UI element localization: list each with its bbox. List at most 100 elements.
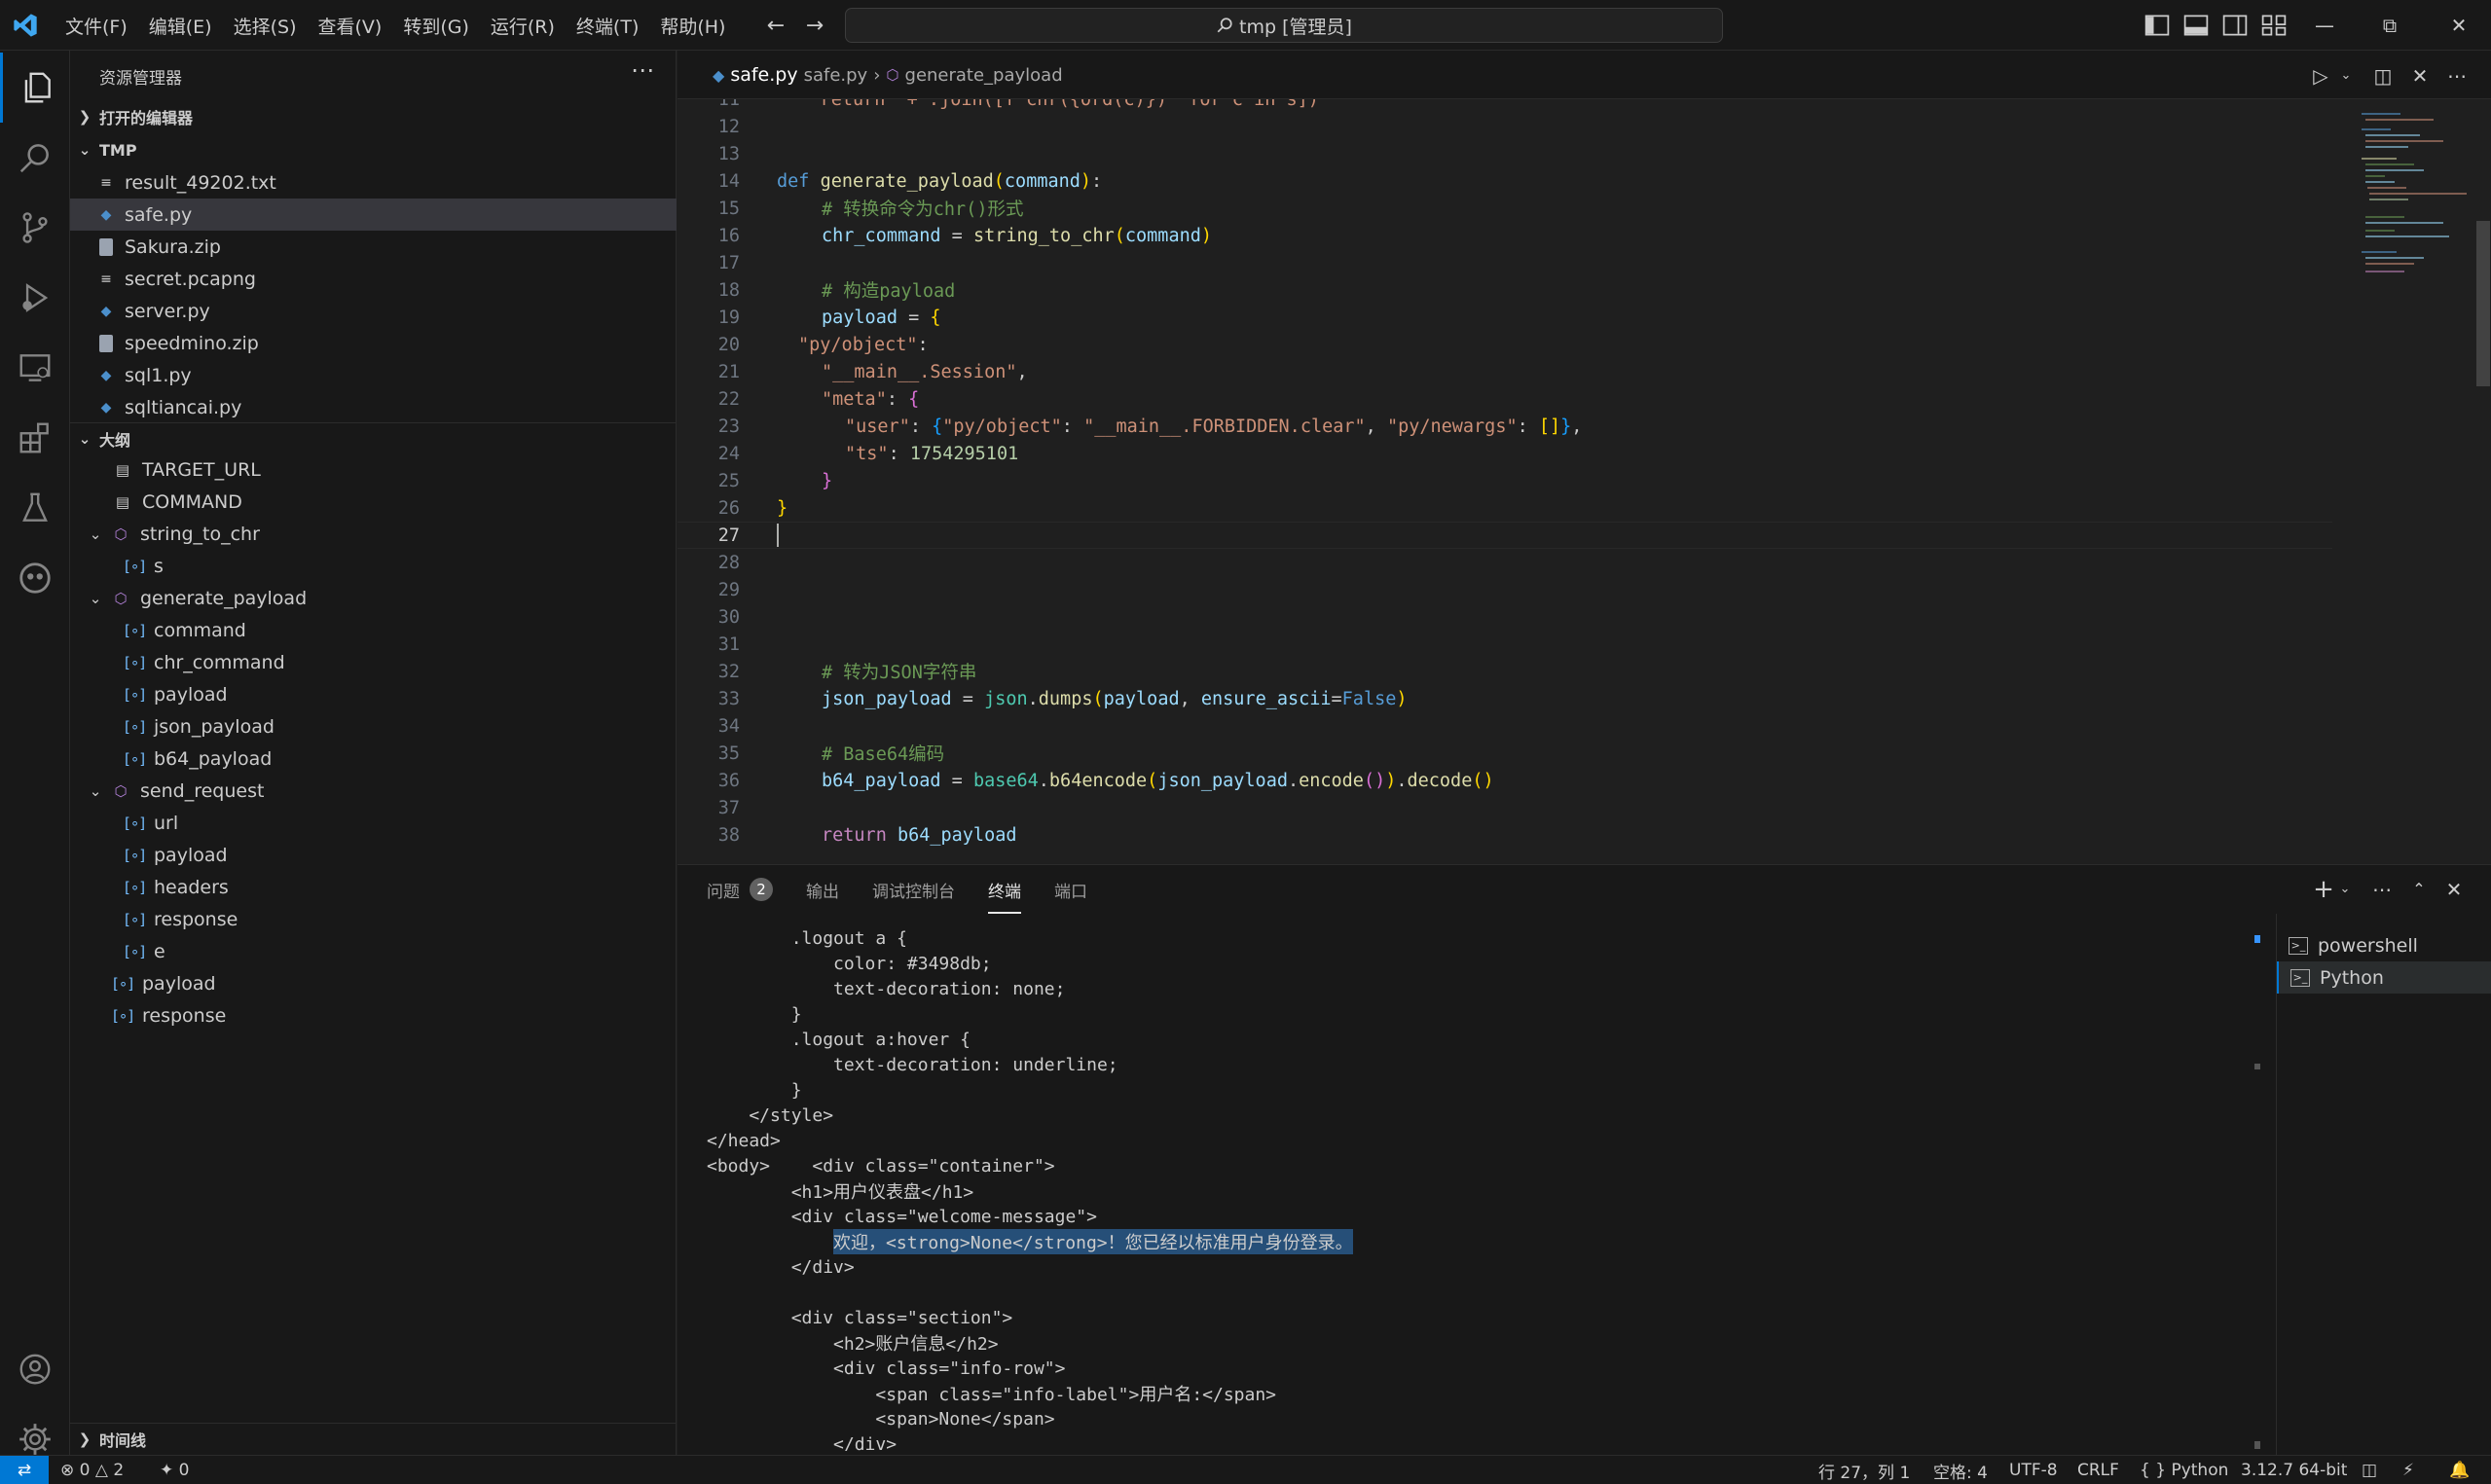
encoding[interactable]: UTF-8	[2009, 1456, 2058, 1484]
menu-edit[interactable]: 编辑(E)	[138, 13, 223, 39]
tab-problems[interactable]: 问题 2	[707, 878, 773, 902]
language-mode[interactable]: { } Python	[2140, 1456, 2228, 1484]
editor-more-actions-icon[interactable]: ⋯	[2445, 64, 2469, 88]
toggle-secondary-sidebar-icon[interactable]	[2221, 12, 2249, 39]
file-safe-py[interactable]: ◆ safe.py	[70, 199, 677, 231]
outline-item-send-request[interactable]: ⌄ ⬡ send_request	[70, 775, 677, 807]
terminal-dropdown-icon[interactable]: ⌄	[2332, 877, 2358, 902]
outline-label: TARGET_URL	[142, 458, 261, 481]
breadcrumb-symbol[interactable]: generate_payload	[905, 65, 1063, 86]
code-var: payload	[1103, 688, 1180, 709]
terminal-line: <h1>用户仪表盘</h1>	[707, 1182, 974, 1203]
outline-item-target-url[interactable]: ▤ TARGET_URL	[70, 453, 677, 486]
outline-item-chr-command[interactable]: [∘] chr_command	[70, 646, 677, 678]
file-result-txt[interactable]: ≡ result_49202.txt	[70, 166, 677, 199]
outline-item-json-payload[interactable]: [∘] json_payload	[70, 710, 677, 742]
menu-view[interactable]: 查看(V)	[308, 13, 393, 39]
file-sqltiancai-py[interactable]: ◆ sqltiancai.py	[70, 391, 677, 423]
terminal-scrollbar[interactable]	[2254, 925, 2260, 1451]
python-interpreter[interactable]: 3.12.7 64-bit	[2241, 1456, 2347, 1484]
folder-section-tmp[interactable]: ⌄ TMP	[70, 134, 677, 165]
file-speedmino-zip[interactable]: speedmino.zip	[70, 327, 677, 359]
explorer-icon[interactable]	[0, 53, 70, 123]
terminal-name: Python	[2320, 966, 2384, 989]
editor-layout-icon[interactable]: ◫	[2362, 1456, 2377, 1484]
menu-run[interactable]: 运行(R)	[480, 13, 566, 39]
maximize-panel-icon[interactable]: ⌃	[2406, 877, 2432, 902]
remote-explorer-icon[interactable]	[0, 333, 70, 403]
tab-output[interactable]: 输出	[806, 878, 839, 902]
indentation[interactable]: 空格: 4	[1933, 1456, 1988, 1484]
file-sakura-zip[interactable]: Sakura.zip	[70, 231, 677, 263]
split-editor-icon[interactable]: ◫	[2371, 64, 2395, 88]
outline-item-string-to-chr[interactable]: ⌄ ⬡ string_to_chr	[70, 518, 677, 550]
outline-item-url[interactable]: [∘] url	[70, 807, 677, 839]
forward-arrow-icon[interactable]: →	[798, 10, 831, 41]
search-icon[interactable]	[0, 123, 70, 193]
editor-scrollbar[interactable]	[2476, 221, 2490, 386]
outline-item-headers[interactable]: [∘] headers	[70, 871, 677, 903]
run-debug-icon[interactable]	[0, 263, 70, 333]
file-server-py[interactable]: ◆ server.py	[70, 295, 677, 327]
run-dropdown-icon[interactable]: ⌄	[2334, 64, 2358, 88]
extensions-icon[interactable]	[0, 403, 70, 473]
outline-item-b64-payload[interactable]: [∘] b64_payload	[70, 742, 677, 775]
github-copilot-icon[interactable]	[0, 543, 70, 613]
command-center-search[interactable]: tmp [管理员]	[845, 8, 1723, 43]
outline-item-s[interactable]: [∘] s	[70, 550, 677, 582]
outline-item-payload-2[interactable]: [∘] payload	[70, 839, 677, 871]
terminal-output[interactable]: .logout a { color: #3498db; text-decorat…	[707, 925, 2323, 1451]
outline-item-generate-payload[interactable]: ⌄ ⬡ generate_payload	[70, 582, 677, 614]
tab-terminal[interactable]: 终端	[988, 878, 1021, 914]
menu-file[interactable]: 文件(F)	[55, 13, 138, 39]
testing-icon[interactable]	[0, 473, 70, 543]
active-tab-label[interactable]: safe.py	[730, 64, 797, 86]
code-line: 38 return b64_payload	[678, 821, 2332, 849]
restore-icon[interactable]: ⧉	[2358, 0, 2422, 51]
outline-item-e[interactable]: [∘] e	[70, 935, 677, 967]
panel-more-actions-icon[interactable]: ⋯	[2369, 877, 2395, 902]
run-file-icon[interactable]: ▷	[2309, 64, 2332, 88]
outline-item-response[interactable]: [∘] response	[70, 903, 677, 935]
cursor-position[interactable]: 行 27，列 1	[1818, 1456, 1910, 1484]
menu-go[interactable]: 转到(G)	[392, 13, 480, 39]
outline-item-payload[interactable]: [∘] payload	[70, 678, 677, 710]
code-editor[interactable]: 11 return '+'.join([f'chr({ord(c)})' for…	[678, 99, 2332, 864]
menu-selection[interactable]: 选择(S)	[223, 13, 308, 39]
minimap[interactable]	[2358, 99, 2474, 294]
notifications-bell-icon[interactable]: 🔔	[2449, 1456, 2470, 1484]
code-call: decode	[1407, 770, 1473, 791]
terminal-item-python[interactable]: >_ Python	[2277, 961, 2491, 994]
close-editor-icon[interactable]: ✕	[2408, 64, 2432, 88]
accounts-icon[interactable]	[0, 1334, 70, 1404]
menu-terminal[interactable]: 终端(T)	[566, 13, 649, 39]
end-of-line[interactable]: CRLF	[2077, 1456, 2119, 1484]
minimize-icon[interactable]: —	[2292, 0, 2357, 51]
outline-section[interactable]: ⌄ 大纲	[70, 422, 677, 453]
terminal-item-powershell[interactable]: >_ powershell	[2277, 929, 2491, 961]
breadcrumb-file[interactable]: safe.py	[804, 65, 868, 86]
problems-status[interactable]: ⊗ 0 △ 2	[60, 1456, 124, 1484]
close-panel-icon[interactable]: ✕	[2441, 877, 2467, 902]
back-arrow-icon[interactable]: ←	[759, 10, 792, 41]
outline-item-response-global[interactable]: [∘] response	[70, 999, 677, 1032]
more-actions-icon[interactable]: ⋯	[631, 56, 654, 84]
file-sql1-py[interactable]: ◆ sql1.py	[70, 359, 677, 391]
close-window-icon[interactable]: ✕	[2427, 0, 2491, 51]
toggle-primary-sidebar-icon[interactable]	[2143, 12, 2171, 39]
outline-item-command-var[interactable]: [∘] command	[70, 614, 677, 646]
tab-ports[interactable]: 端口	[1054, 878, 1087, 902]
source-control-icon[interactable]	[0, 193, 70, 263]
outline-item-payload-global[interactable]: [∘] payload	[70, 967, 677, 999]
outline-item-command[interactable]: ▤ COMMAND	[70, 486, 677, 518]
remote-indicator-icon[interactable]: ⇄	[0, 1456, 49, 1484]
copilot-status-icon[interactable]: ⚡	[2402, 1456, 2414, 1484]
file-secret-pcapng[interactable]: ≡ secret.pcapng	[70, 263, 677, 295]
tab-debug-console[interactable]: 调试控制台	[872, 878, 955, 902]
ports-status[interactable]: ✦ 0	[160, 1456, 189, 1484]
toggle-panel-icon[interactable]	[2182, 12, 2210, 39]
menu-help[interactable]: 帮助(H)	[649, 13, 736, 39]
timeline-section[interactable]: ❯ 时间线	[70, 1423, 677, 1454]
customize-layout-icon[interactable]	[2260, 12, 2288, 39]
open-editors-section[interactable]: ❯ 打开的编辑器	[70, 101, 677, 132]
